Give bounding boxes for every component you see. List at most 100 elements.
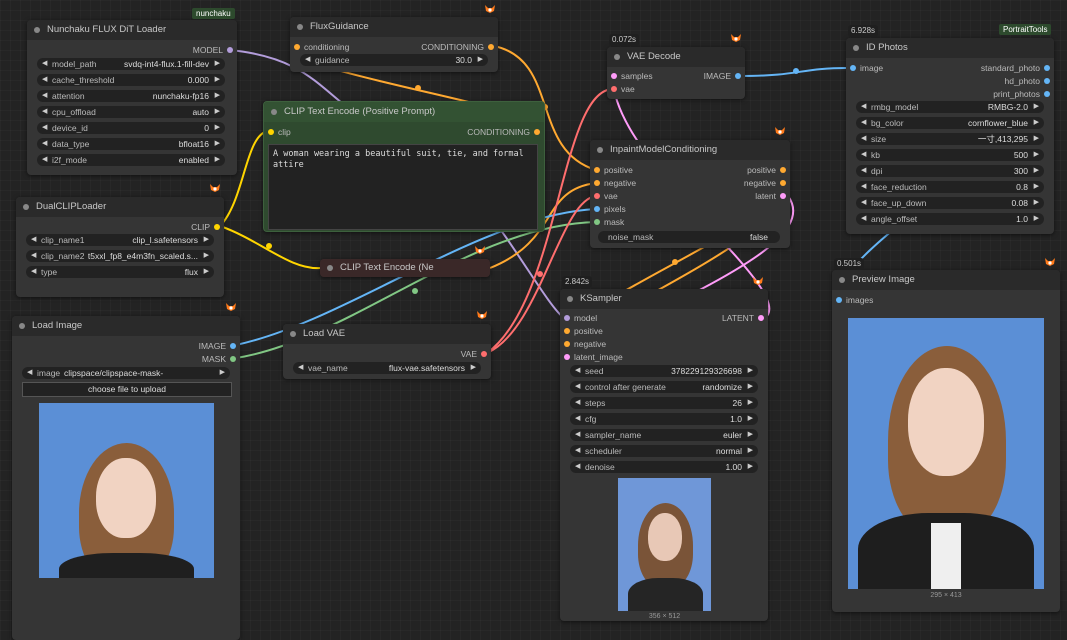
collapse-dot-icon[interactable] [327, 265, 333, 271]
widget-clip-name2[interactable]: ◀ clip_name2 t5xxl_fp8_e4m3fn_scaled.s... ▶ [26, 250, 214, 262]
arrow-right-icon[interactable]: ▶ [215, 122, 220, 134]
arrow-left-icon[interactable]: ◀ [42, 106, 47, 118]
node-title[interactable]: InpaintModelConditioning [590, 140, 790, 160]
input-pixels[interactable]: pixels [590, 203, 790, 215]
image-pin-icon[interactable] [850, 65, 856, 71]
arrow-right-icon[interactable]: ▶ [215, 106, 220, 118]
node-dual-clip-loader[interactable]: DualCLIPLoader CLIP ◀ clip_name1 clip_l.sa… [16, 197, 224, 297]
arrow-right-icon[interactable]: ▶ [478, 54, 483, 66]
clip-pin-icon[interactable] [214, 224, 220, 230]
arrow-right-icon[interactable]: ▶ [748, 461, 753, 473]
arrow-left-icon[interactable]: ◀ [31, 250, 36, 262]
collapse-dot-icon[interactable] [19, 323, 25, 329]
node-title[interactable]: KSampler [560, 289, 768, 309]
arrow-left-icon[interactable]: ◀ [861, 117, 866, 129]
collapse-dot-icon[interactable] [853, 45, 859, 51]
input-positive[interactable]: positive [560, 325, 768, 337]
collapse-dot-icon[interactable] [297, 24, 303, 30]
arrow-right-icon[interactable]: ▶ [215, 74, 220, 86]
node-nunchaku-flux-dit-loader[interactable]: Nunchaku FLUX DiT Loader MODEL ◀ model_pa… [27, 20, 237, 175]
arrow-left-icon[interactable]: ◀ [861, 213, 866, 225]
node-clip-text-encode-negative[interactable]: CLIP Text Encode (Ne [320, 259, 490, 277]
output-image[interactable]: IMAGE [667, 70, 745, 82]
widget-type[interactable]: ◀ type flux ▶ [26, 266, 214, 278]
arrow-right-icon[interactable]: ▶ [748, 429, 753, 441]
conditioning-pin-icon[interactable] [780, 180, 786, 186]
node-title[interactable]: ID Photos [846, 38, 1054, 58]
noise-mask-toggle[interactable]: noise_mask false [598, 231, 780, 243]
output-image[interactable]: IMAGE [12, 340, 240, 352]
arrow-left-icon[interactable]: ◀ [42, 90, 47, 102]
widget-scheduler[interactable]: ◀ scheduler normal ▶ [570, 445, 758, 457]
node-vae-decode[interactable]: VAE Decode samples vae IMAGE [607, 47, 745, 99]
widget-face-reduction[interactable]: ◀ face_reduction 0.8 ▶ [856, 181, 1044, 193]
guidance-widget[interactable]: ◀ guidance 30.0 ▶ [300, 54, 488, 66]
arrow-left-icon[interactable]: ◀ [575, 429, 580, 441]
collapse-dot-icon[interactable] [567, 296, 573, 302]
arrow-left-icon[interactable]: ◀ [861, 181, 866, 193]
widget-i2f-mode[interactable]: ◀ i2f_mode enabled ▶ [37, 154, 225, 166]
widget-steps[interactable]: ◀ steps 26 ▶ [570, 397, 758, 409]
arrow-right-icon[interactable]: ▶ [1034, 101, 1039, 113]
node-load-image[interactable]: Load Image IMAGE MASK ◀ image clipspace/cl… [12, 316, 240, 640]
arrow-left-icon[interactable]: ◀ [861, 133, 866, 145]
node-title[interactable]: Nunchaku FLUX DiT Loader [27, 20, 237, 40]
mask-pin-icon[interactable] [594, 219, 600, 225]
arrow-right-icon[interactable]: ▶ [215, 58, 220, 70]
widget-clip-name1[interactable]: ◀ clip_name1 clip_l.safetensors ▶ [26, 234, 214, 246]
widget-sampler-name[interactable]: ◀ sampler_name euler ▶ [570, 429, 758, 441]
output-hd-photo[interactable]: hd_photo [946, 75, 1054, 87]
node-title[interactable]: Preview Image [832, 270, 1060, 290]
image-pin-icon[interactable] [230, 343, 236, 349]
arrow-left-icon[interactable]: ◀ [42, 122, 47, 134]
arrow-left-icon[interactable]: ◀ [27, 367, 32, 379]
arrow-left-icon[interactable]: ◀ [861, 197, 866, 209]
model-pin-icon[interactable] [564, 315, 570, 321]
arrow-right-icon[interactable]: ▶ [204, 250, 209, 262]
arrow-left-icon[interactable]: ◀ [298, 362, 303, 374]
widget-size[interactable]: ◀ size 一寸,413,295 ▶ [856, 133, 1044, 145]
input-mask[interactable]: mask [590, 216, 790, 228]
arrow-right-icon[interactable]: ▶ [471, 362, 476, 374]
arrow-left-icon[interactable]: ◀ [42, 138, 47, 150]
arrow-right-icon[interactable]: ▶ [748, 381, 753, 393]
arrow-right-icon[interactable]: ▶ [204, 266, 209, 278]
output-latent[interactable]: LATENT [660, 312, 768, 324]
conditioning-pin-icon[interactable] [564, 341, 570, 347]
conditioning-pin-icon[interactable] [594, 180, 600, 186]
latent-pin-icon[interactable] [758, 315, 764, 321]
prompt-textarea[interactable] [268, 144, 538, 230]
arrow-left-icon[interactable]: ◀ [861, 149, 866, 161]
arrow-left-icon[interactable]: ◀ [575, 381, 580, 393]
arrow-right-icon[interactable]: ▶ [748, 397, 753, 409]
node-title[interactable]: VAE Decode [607, 47, 745, 67]
node-title[interactable]: Load Image [12, 316, 240, 336]
arrow-left-icon[interactable]: ◀ [31, 266, 36, 278]
widget-attention[interactable]: ◀ attention nunchaku-fp16 ▶ [37, 90, 225, 102]
output-conditioning[interactable]: CONDITIONING [390, 41, 498, 53]
node-load-vae[interactable]: Load VAE VAE ◀ vae_name flux-vae.safetenso… [283, 324, 491, 379]
arrow-right-icon[interactable]: ▶ [204, 234, 209, 246]
collapse-dot-icon[interactable] [290, 331, 296, 337]
latent-pin-icon[interactable] [564, 354, 570, 360]
collapse-dot-icon[interactable] [271, 109, 277, 115]
image-pin-icon[interactable] [1044, 91, 1050, 97]
image-pin-icon[interactable] [594, 206, 600, 212]
conditioning-pin-icon[interactable] [488, 44, 494, 50]
arrow-left-icon[interactable]: ◀ [575, 461, 580, 473]
widget-denoise[interactable]: ◀ denoise 1.00 ▶ [570, 461, 758, 473]
node-preview-image[interactable]: Preview Image images 295 × 413 [832, 270, 1060, 612]
input-vae[interactable]: vae [607, 83, 745, 95]
widget-cpu-offload[interactable]: ◀ cpu_offload auto ▶ [37, 106, 225, 118]
arrow-right-icon[interactable]: ▶ [1034, 165, 1039, 177]
arrow-right-icon[interactable]: ▶ [748, 413, 753, 425]
output-vae[interactable]: VAE [283, 348, 491, 360]
output-positive[interactable]: positive [690, 164, 790, 176]
collapse-dot-icon[interactable] [614, 54, 620, 60]
arrow-right-icon[interactable]: ▶ [1034, 181, 1039, 193]
input-images[interactable]: images [832, 294, 1060, 306]
widget-face-up-down[interactable]: ◀ face_up_down 0.08 ▶ [856, 197, 1044, 209]
arrow-left-icon[interactable]: ◀ [42, 58, 47, 70]
output-standard-photo[interactable]: standard_photo [946, 62, 1054, 74]
arrow-left-icon[interactable]: ◀ [31, 234, 36, 246]
